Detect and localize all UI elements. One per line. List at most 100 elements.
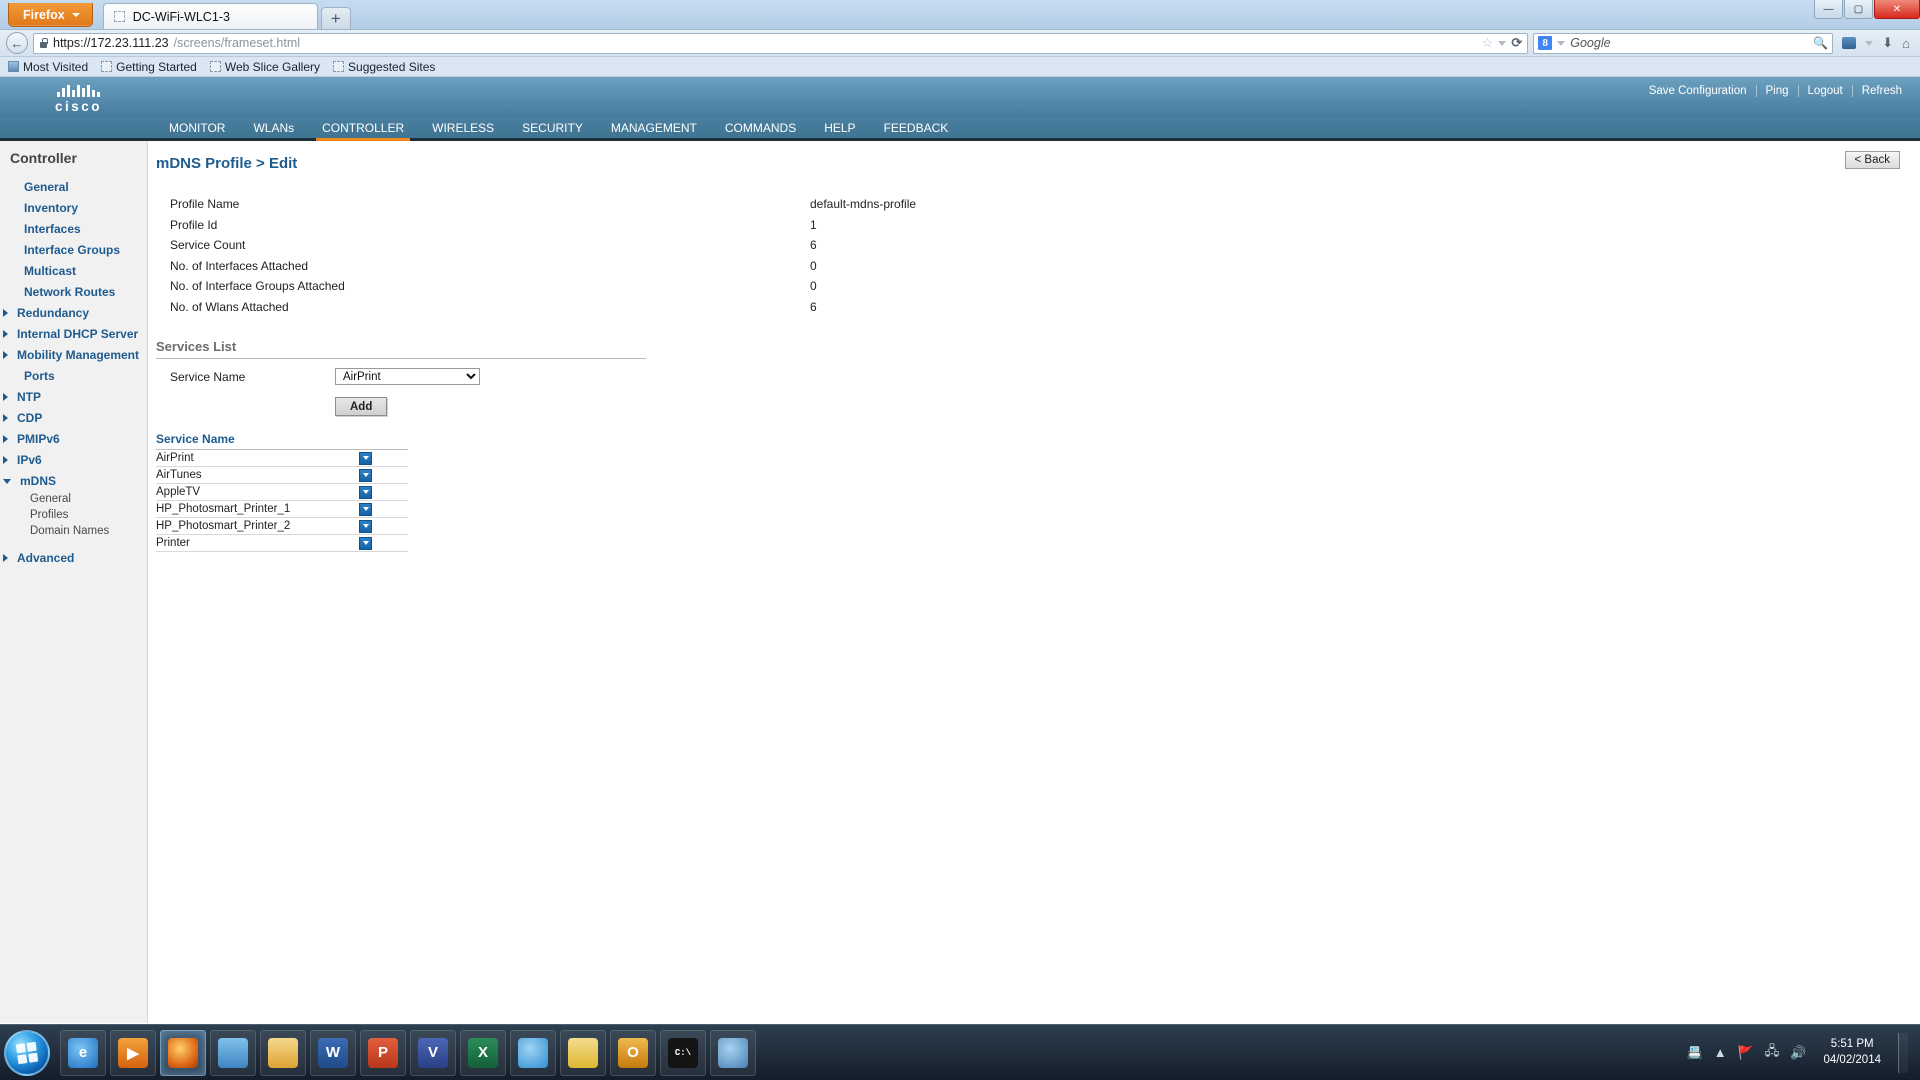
taskbar-excel[interactable]: X — [460, 1029, 506, 1076]
chevron-down-icon[interactable] — [1498, 40, 1507, 46]
sidebar-item-interfaces[interactable]: Interfaces — [0, 218, 147, 239]
nav-help[interactable]: HELP — [810, 117, 869, 138]
bookmark-getting-started[interactable]: Getting Started — [101, 60, 197, 74]
sidebar-subitem-profiles[interactable]: Profiles — [0, 507, 147, 523]
search-input[interactable]: Google — [1570, 36, 1610, 50]
row-menu-chevron-down-icon[interactable] — [359, 468, 372, 482]
close-button[interactable]: ✕ — [1874, 0, 1920, 19]
tray-device-icon[interactable]: 📇 — [1687, 1045, 1703, 1061]
sidebar-item-ipv6[interactable]: IPv6 — [0, 449, 147, 470]
volume-icon[interactable]: 🔊 — [1790, 1045, 1806, 1061]
taskbar-firefox[interactable] — [160, 1029, 206, 1076]
home-icon[interactable]: ⌂ — [1902, 36, 1910, 51]
sidebar-item-label: CDP — [17, 410, 43, 425]
service-name-cell: HP_Photosmart_Printer_2 — [156, 520, 291, 532]
sidebar-item-label: Network Routes — [24, 284, 116, 299]
bookmark-suggested-sites[interactable]: Suggested Sites — [333, 60, 435, 74]
taskbar-word[interactable]: W — [310, 1029, 356, 1076]
sidebar-item-interface-groups[interactable]: Interface Groups — [0, 239, 147, 260]
sidebar-item-redundancy[interactable]: Redundancy — [0, 302, 147, 323]
nav-feedback[interactable]: FEEDBACK — [870, 117, 963, 138]
start-button[interactable] — [4, 1029, 50, 1076]
taskbar-notepad[interactable] — [210, 1029, 256, 1076]
row-menu-chevron-down-icon[interactable] — [359, 485, 372, 499]
bookmark-web-slice-gallery[interactable]: Web Slice Gallery — [209, 60, 320, 74]
sidebar-item-pmipv6[interactable]: PMIPv6 — [0, 428, 147, 449]
sidebar-item-advanced[interactable]: Advanced — [0, 547, 147, 568]
powerpoint-icon: P — [368, 1037, 398, 1068]
sidebar-item-general[interactable]: General — [0, 176, 147, 197]
taskbar-web-browser[interactable] — [510, 1029, 556, 1076]
search-bar[interactable]: 8 Google 🔍 — [1533, 32, 1834, 54]
chevron-down-icon[interactable] — [1865, 40, 1874, 46]
nav-management[interactable]: MANAGEMENT — [597, 117, 711, 138]
add-button[interactable]: Add — [335, 397, 388, 416]
sidebar-item-internal-dhcp-server[interactable]: Internal DHCP Server — [0, 323, 147, 344]
row-menu-chevron-down-icon[interactable] — [359, 536, 372, 550]
row-menu-chevron-down-icon[interactable] — [359, 451, 372, 465]
taskbar-powerpoint[interactable]: P — [360, 1029, 406, 1076]
action-center-flag-icon[interactable]: 🚩 — [1738, 1045, 1754, 1061]
taskbar-internet-explorer[interactable]: e — [60, 1029, 106, 1076]
bookmark-most-visited[interactable]: Most Visited — [8, 60, 88, 74]
service-name-label: Service Name — [170, 369, 246, 384]
new-tab-button[interactable]: + — [320, 7, 351, 29]
nav-wireless[interactable]: WIRELESS — [418, 117, 508, 138]
taskbar-sticky-note[interactable] — [560, 1029, 606, 1076]
taskbar-file-explorer[interactable] — [260, 1029, 306, 1076]
sidebar-item-mobility-management[interactable]: Mobility Management — [0, 344, 147, 365]
network-icon[interactable]: 🖧 — [1765, 1042, 1780, 1064]
sidebar-item-ntp[interactable]: NTP — [0, 386, 147, 407]
nav-monitor[interactable]: MONITOR — [155, 117, 239, 138]
sidebar-item-ports[interactable]: Ports — [0, 365, 147, 386]
folder-icon — [268, 1037, 298, 1068]
browser-tab[interactable]: DC-WiFi-WLC1-3 — [102, 3, 318, 29]
firefox-menu-button[interactable]: Firefox — [8, 3, 93, 27]
taskbar-remote-desktop[interactable] — [710, 1029, 756, 1076]
cisco-wordmark: cisco — [55, 99, 103, 114]
logout-link[interactable]: Logout — [1799, 85, 1853, 97]
sidebar-item-mdns[interactable]: mDNS — [0, 470, 147, 491]
taskbar-media-player[interactable]: ▶ — [110, 1029, 156, 1076]
service-name-select[interactable]: AirPrint AirTunes AppleTV HP_Photosmart_… — [335, 368, 480, 385]
url-bar[interactable]: https://172.23.111.23/screens/frameset.h… — [33, 32, 1529, 54]
nav-security[interactable]: SECURITY — [508, 117, 597, 138]
refresh-link[interactable]: Refresh — [1853, 85, 1902, 97]
chevron-right-icon — [3, 392, 8, 401]
services-table-header: Service Name — [156, 432, 408, 450]
sidebar-subitem-general[interactable]: General — [0, 491, 147, 507]
sidebar-subitem-domain-names[interactable]: Domain Names — [0, 523, 147, 539]
ping-link[interactable]: Ping — [1757, 85, 1799, 97]
show-desktop-button[interactable] — [1898, 1032, 1908, 1073]
sidebar-item-cdp[interactable]: CDP — [0, 407, 147, 428]
reload-icon[interactable]: ⟳ — [1511, 35, 1522, 51]
row-menu-chevron-down-icon[interactable] — [359, 519, 372, 533]
chevron-right-icon — [3, 455, 8, 464]
row-menu-chevron-down-icon[interactable] — [359, 502, 372, 516]
taskbar-outlook[interactable]: O — [610, 1029, 656, 1076]
bookmark-label: Getting Started — [116, 59, 197, 74]
home-addon-icon[interactable] — [1842, 37, 1857, 49]
sidebar-item-label: Interface Groups — [24, 242, 121, 257]
nav-commands[interactable]: COMMANDS — [711, 117, 810, 138]
search-engine-chevron-icon[interactable] — [1557, 40, 1566, 46]
sidebar-item-inventory[interactable]: Inventory — [0, 197, 147, 218]
maximize-button[interactable]: ▢ — [1844, 0, 1873, 19]
taskbar-visio[interactable]: V — [410, 1029, 456, 1076]
nav-wlans[interactable]: WLANs — [239, 117, 308, 138]
taskbar-command-prompt[interactable]: C:\ — [660, 1029, 706, 1076]
detail-label: No. of Interface Groups Attached — [170, 279, 345, 294]
download-icon[interactable]: ⬇ — [1882, 35, 1893, 51]
bookmark-star-icon[interactable]: ☆ — [1482, 35, 1494, 51]
back-button[interactable]: ← — [6, 32, 28, 54]
back-button-page[interactable]: < Back — [1844, 151, 1900, 169]
save-configuration-link[interactable]: Save Configuration — [1640, 85, 1757, 97]
sidebar-item-multicast[interactable]: Multicast — [0, 260, 147, 281]
nav-controller[interactable]: CONTROLLER — [308, 117, 418, 141]
sidebar-item-network-routes[interactable]: Network Routes — [0, 281, 147, 302]
minimize-button[interactable]: — — [1814, 0, 1843, 19]
show-hidden-icons-arrow-icon[interactable]: ▲ — [1714, 1045, 1727, 1060]
cisco-logo: cisco — [55, 85, 102, 114]
clock[interactable]: 5:51 PM 04/02/2014 — [1817, 1037, 1881, 1068]
search-icon[interactable]: 🔍 — [1813, 36, 1828, 50]
